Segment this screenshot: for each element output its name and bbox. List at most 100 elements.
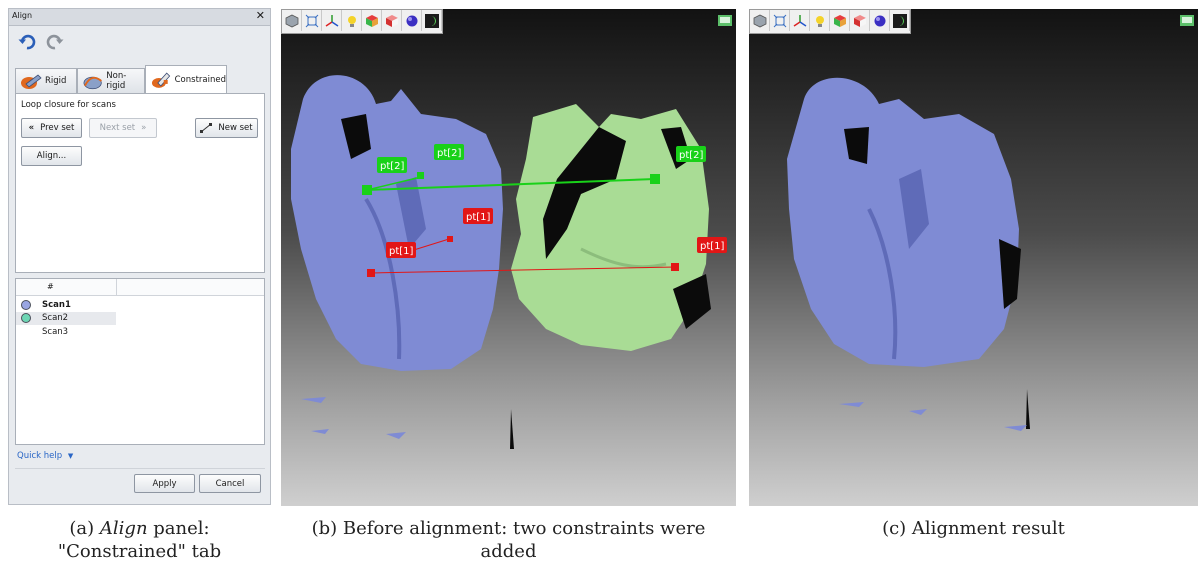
list-item-scan3[interactable]: Scan3 (16, 326, 266, 339)
screen-icon[interactable] (1180, 15, 1194, 26)
label-pt2-mid: pt[2] (434, 144, 464, 160)
tab-non-rigid[interactable]: Non-rigid (77, 68, 145, 93)
apply-label: Apply (152, 478, 177, 489)
constrained-tab-content: Loop closure for scans « Prev set Next s… (15, 93, 265, 273)
tab-constrained[interactable]: Constrained (145, 65, 227, 93)
quick-help-label: Quick help (17, 451, 63, 461)
sphere-icon[interactable] (402, 10, 422, 31)
viewport-alignment-result[interactable] (749, 9, 1198, 506)
rigid-tool-icon (21, 74, 42, 89)
label-text: pt[1] (700, 241, 725, 252)
close-icon[interactable]: ✕ (256, 9, 265, 22)
label-pt2-left: pt[2] (377, 157, 407, 173)
label-pt1-mid: pt[1] (463, 208, 493, 224)
cancel-label: Cancel (215, 478, 245, 489)
label-text: pt[2] (380, 161, 405, 172)
mesh-fragment (909, 409, 927, 415)
tab-label: Non-rigid (106, 71, 127, 91)
mesh-fragment (311, 429, 329, 434)
caret-down-icon: ▼ (67, 452, 74, 460)
solid-cube-icon[interactable] (850, 10, 870, 31)
constraint-point-pt1-left[interactable] (367, 269, 375, 277)
quick-help-toggle[interactable]: Quick help ▼ (17, 451, 73, 461)
panel-title-bar: Align ✕ (9, 9, 270, 26)
scan-list: # Scan1 Scan2 Scan3 (15, 278, 266, 445)
label-text: pt[1] (389, 246, 414, 257)
viewport-before-alignment[interactable]: pt[2] pt[2] pt[2] pt[1] pt[1] pt[1] (281, 9, 736, 506)
caption-a-emphasis: Align (99, 518, 148, 539)
mesh-fragment (510, 409, 514, 449)
new-set-label: New set (218, 123, 253, 133)
section-label: Loop closure for scans (21, 100, 116, 110)
apply-button[interactable]: Apply (134, 474, 195, 493)
moon-icon[interactable] (890, 10, 910, 31)
column-header-number: # (47, 282, 54, 291)
constrained-tool-icon (151, 72, 171, 88)
scan2-color-dot (21, 313, 31, 323)
shaded-cube-icon[interactable] (830, 10, 850, 31)
caption-a-prefix: (a) (69, 518, 100, 539)
view-cube-icon[interactable] (750, 10, 770, 31)
view-cube-icon[interactable] (282, 10, 302, 31)
list-item-scan1[interactable]: Scan1 (16, 299, 266, 312)
undo-icon[interactable] (18, 33, 36, 51)
double-chevron-left-icon: « (28, 123, 35, 133)
light-bulb-icon[interactable] (342, 10, 362, 31)
new-set-button[interactable]: New set (195, 118, 258, 138)
label-text: pt[2] (437, 148, 462, 159)
shaded-cube-icon[interactable] (362, 10, 382, 31)
axes-icon[interactable] (790, 10, 810, 31)
non-rigid-tool-icon (83, 76, 102, 90)
prev-set-label: Prev set (40, 123, 75, 133)
scan2-name: Scan2 (42, 313, 69, 323)
constraint-point-pt2-left[interactable] (362, 185, 372, 195)
constraint-point-pt1-right[interactable] (671, 263, 679, 271)
solid-cube-icon[interactable] (382, 10, 402, 31)
new-set-icon (200, 123, 213, 133)
divider (15, 468, 265, 469)
label-pt1-right: pt[1] (697, 237, 727, 253)
tab-rigid[interactable]: Rigid (15, 68, 77, 93)
redo-icon[interactable] (46, 33, 64, 51)
viewport-toolbar (749, 9, 911, 34)
caption-a-rest: panel: (147, 518, 210, 539)
mesh-fragment (839, 402, 864, 407)
tab-label: Constrained (174, 74, 226, 85)
constraint-point-pt2-right[interactable] (650, 174, 660, 184)
viewport-toolbar (281, 9, 443, 34)
screen-icon[interactable] (718, 15, 732, 26)
caption-c: (c) Alignment result (882, 518, 1065, 539)
fit-view-icon[interactable] (302, 10, 322, 31)
scan3-name: Scan3 (42, 327, 69, 337)
next-set-button[interactable]: Next set » (89, 118, 157, 138)
moon-icon[interactable] (422, 10, 442, 31)
list-header: # (16, 279, 264, 296)
sphere-icon[interactable] (870, 10, 890, 31)
constraint-point-pt1-mid[interactable] (447, 236, 453, 242)
caption-a: (a) Align panel: "Constrained" tab (8, 517, 271, 563)
fit-view-icon[interactable] (770, 10, 790, 31)
constraint-point-pt2-mid[interactable] (417, 172, 424, 179)
light-bulb-icon[interactable] (810, 10, 830, 31)
caption-a-line2: "Constrained" tab (57, 541, 222, 562)
align-button[interactable]: Align... (21, 146, 82, 166)
mesh-fragment (301, 397, 326, 403)
scan1-name: Scan1 (42, 300, 71, 310)
align-label: Align... (36, 151, 67, 161)
label-pt2-right: pt[2] (676, 146, 706, 162)
next-set-label: Next set (99, 123, 136, 133)
panel-title: Align (12, 11, 33, 20)
align-panel: Align ✕ Rigid Non-rigid Constrained Loop… (8, 8, 271, 505)
axes-icon[interactable] (322, 10, 342, 31)
scene-before: pt[2] pt[2] pt[2] pt[1] pt[1] pt[1] (291, 75, 727, 449)
merged-scan-mesh (787, 77, 1019, 368)
caption-b: (b) Before alignment: two constraints we… (311, 518, 706, 562)
label-pt1-left: pt[1] (386, 242, 416, 258)
list-item-scan2[interactable]: Scan2 (16, 312, 266, 325)
prev-set-button[interactable]: « Prev set (21, 118, 82, 138)
mesh-fragment (1004, 425, 1027, 431)
label-text: pt[2] (679, 150, 704, 161)
tab-label: Rigid (45, 76, 67, 86)
cancel-button[interactable]: Cancel (199, 474, 261, 493)
column-divider (116, 279, 117, 295)
